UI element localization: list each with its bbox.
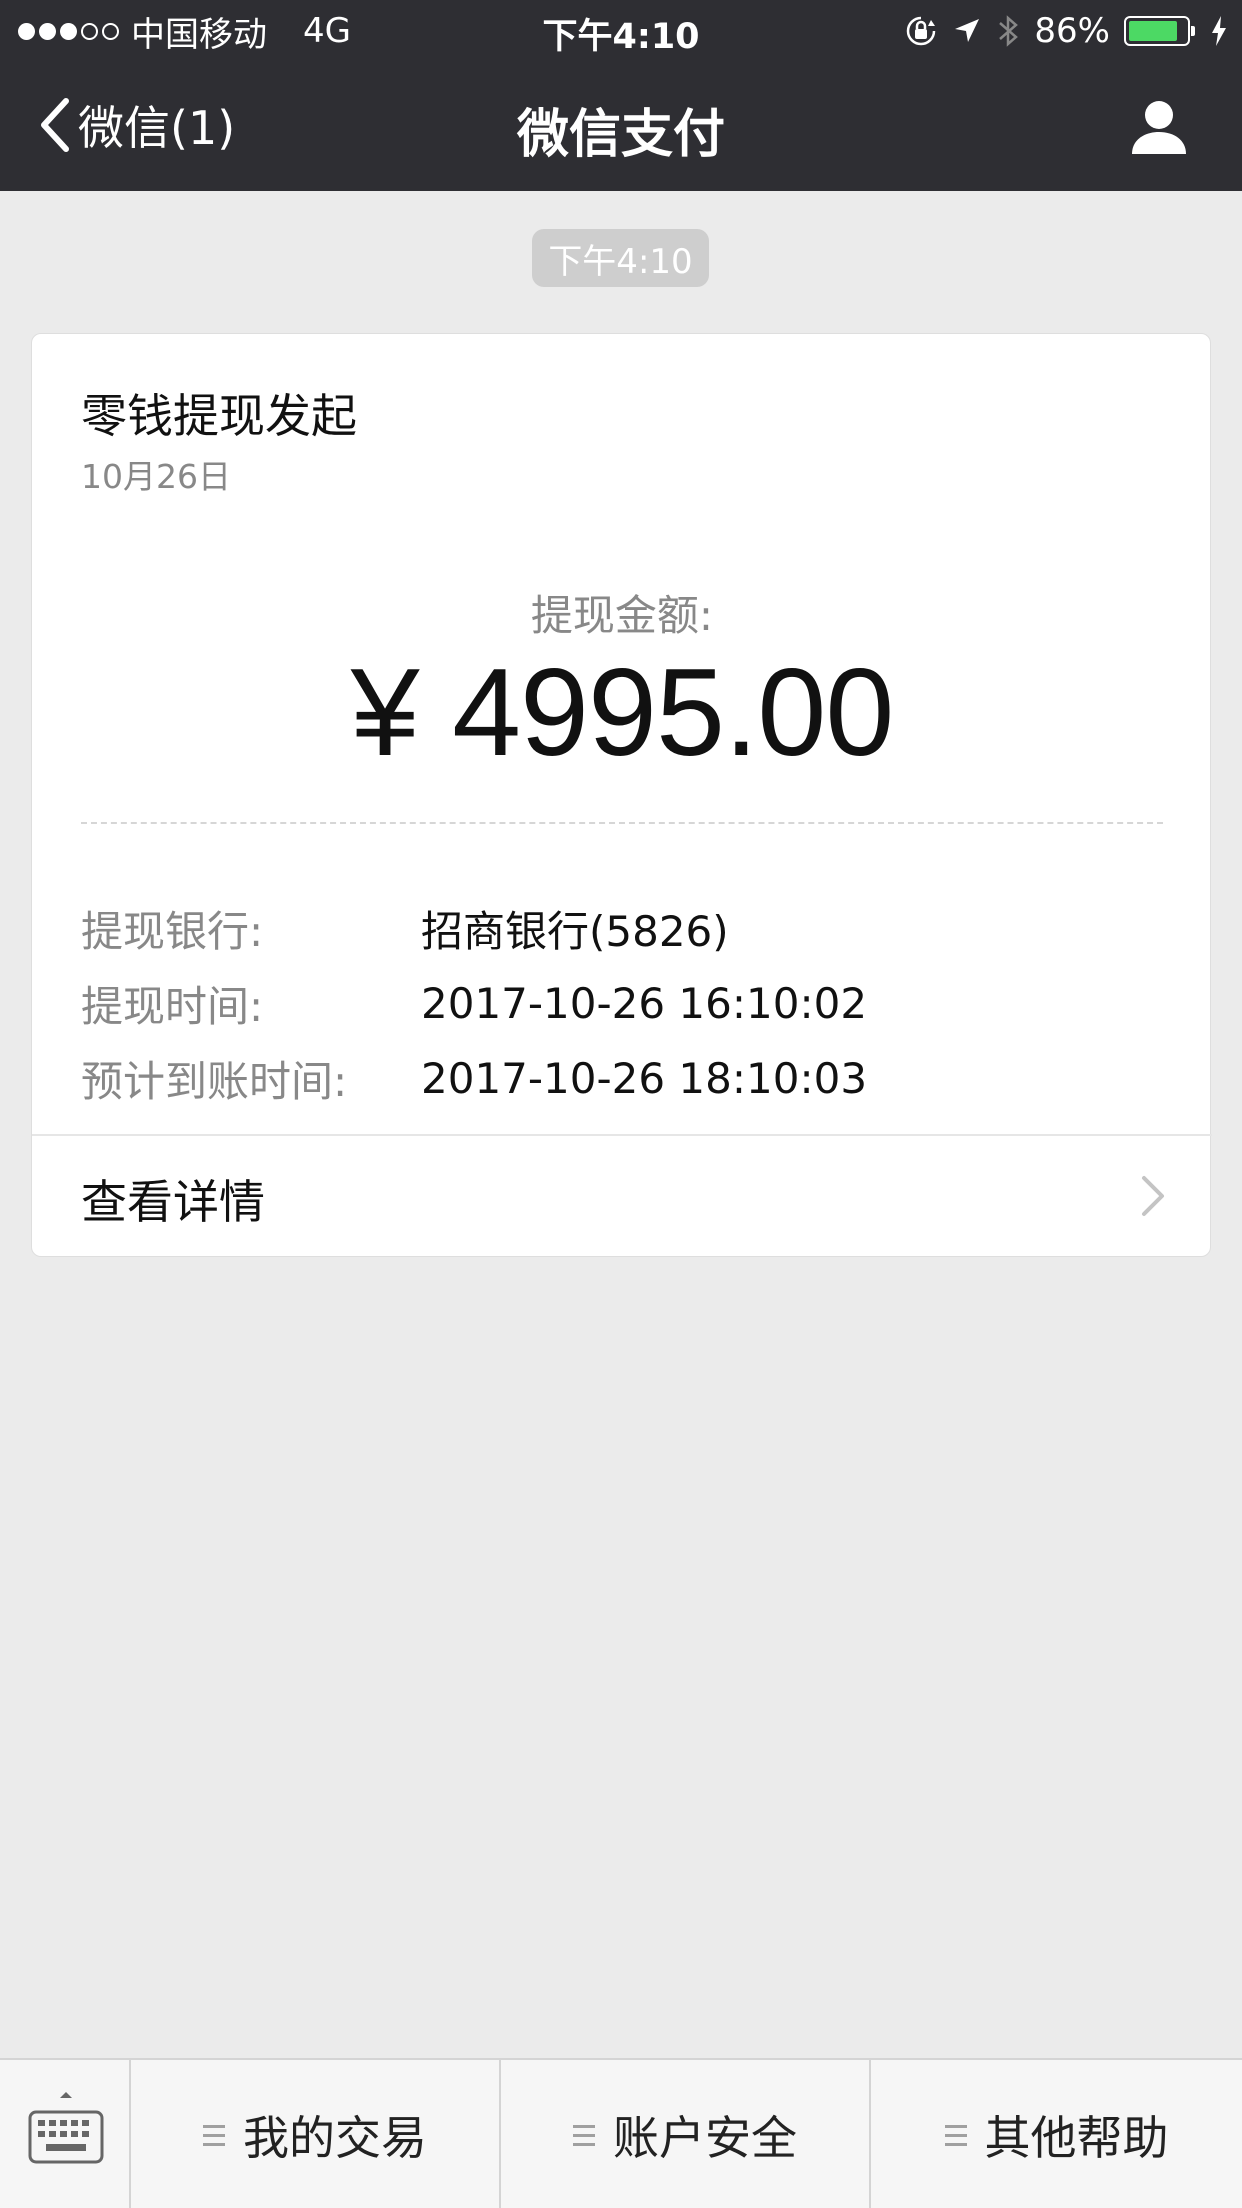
page-title: 微信支付 (516, 105, 725, 165)
status-bar: 中国移动 4G 下午4:10 86% (0, 0, 1242, 62)
battery-fill (1129, 21, 1178, 41)
amount-value: ¥ 4995.00 (350, 644, 895, 782)
view-details-link[interactable]: 查看详情 (32, 1136, 1212, 1258)
detail-value: 招商银行(5826) (421, 906, 729, 956)
dashed-divider (81, 822, 1163, 824)
top-header: 中国移动 4G 下午4:10 86% 微信(1) 微信支付 (0, 0, 1242, 191)
detail-label: 提现银行: (81, 906, 264, 956)
nav-bar: 微信(1) 微信支付 (0, 62, 1242, 191)
view-details-label: 查看详情 (81, 1175, 265, 1229)
location-arrow-icon (952, 16, 982, 46)
charging-bolt-icon (1210, 15, 1228, 47)
card-date: 10月26日 (81, 457, 231, 496)
detail-row-time: 提现时间: 2017-10-26 16:10:02 (81, 973, 1181, 1033)
battery-icon (1124, 16, 1195, 46)
keyboard-icon (28, 2092, 104, 2164)
bluetooth-icon (996, 13, 1020, 49)
keyboard-toggle-button[interactable] (0, 2060, 131, 2208)
detail-value: 2017-10-26 16:10:02 (421, 978, 868, 1028)
wechat-pay-screen: 中国移动 4G 下午4:10 86% 微信(1) 微信支付 下午4:10 零钱提… (0, 0, 1242, 2208)
orientation-lock-icon (904, 14, 938, 48)
detail-value: 2017-10-26 18:10:03 (421, 1053, 868, 1103)
card-title: 零钱提现发起 (81, 389, 357, 443)
amount-label: 提现金额: (530, 591, 714, 640)
menu-other-help[interactable]: 其他帮助 (871, 2060, 1242, 2208)
menu-label: 账户安全 (613, 2111, 797, 2165)
withdrawal-card: 零钱提现发起 10月26日 提现金额: ¥ 4995.00 提现银行: 招商银行… (31, 333, 1212, 1258)
user-profile-icon[interactable] (1128, 96, 1190, 158)
status-right: 86% (904, 9, 1228, 53)
menu-lines-icon (944, 2124, 967, 2146)
battery-percent: 86% (1034, 11, 1110, 51)
chevron-right-icon (1142, 1176, 1164, 1216)
detail-label: 预计到账时间: (81, 1056, 348, 1106)
detail-row-arrival: 预计到账时间: 2017-10-26 18:10:03 (81, 1048, 1181, 1108)
menu-account-security[interactable]: 账户安全 (501, 2060, 871, 2208)
menu-lines-icon (203, 2124, 225, 2146)
message-timestamp: 下午4:10 (532, 229, 709, 287)
bottom-menu: 我的交易 账户安全 其他帮助 (0, 2058, 1242, 2208)
detail-label: 提现时间: (81, 981, 264, 1031)
detail-row-bank: 提现银行: 招商银行(5826) (81, 898, 1181, 958)
menu-my-transactions[interactable]: 我的交易 (131, 2060, 501, 2208)
menu-lines-icon (573, 2124, 595, 2146)
menu-label: 其他帮助 (984, 2111, 1169, 2165)
menu-label: 我的交易 (243, 2111, 427, 2165)
